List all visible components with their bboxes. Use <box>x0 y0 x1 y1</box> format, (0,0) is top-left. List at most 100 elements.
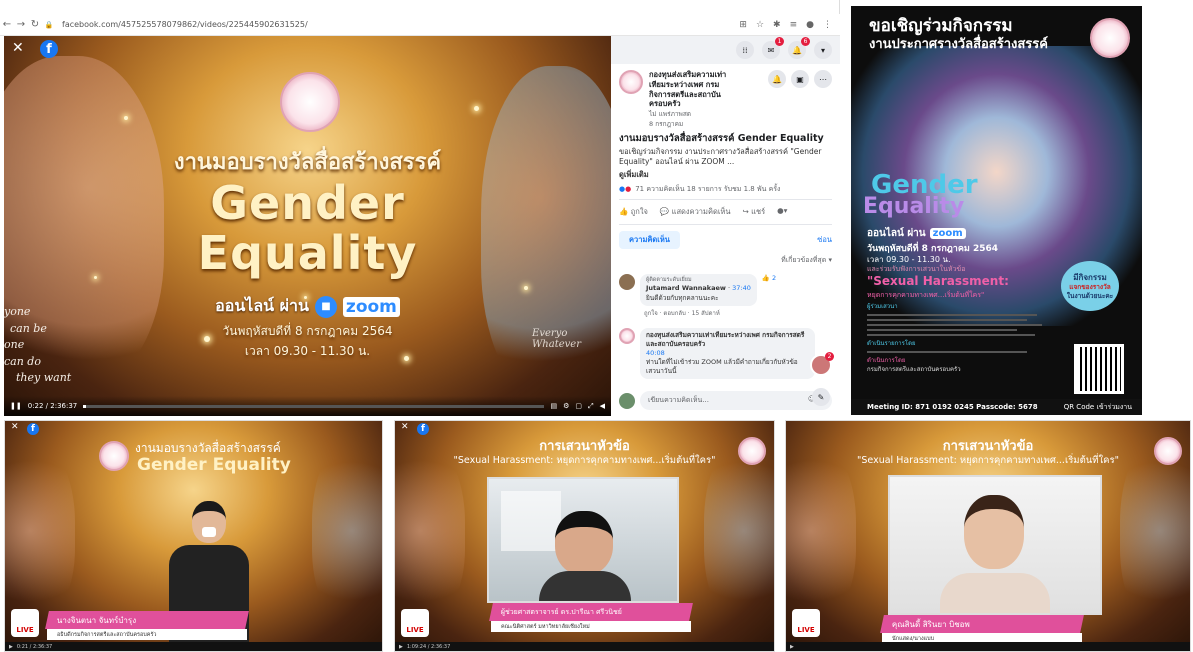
still-controls: ▶ 0:21 / 2:36:37 <box>5 642 382 651</box>
commenter-name[interactable]: กองทุนส่งเสริมความเท่าเทียมระหว่างเพศ กร… <box>646 331 804 348</box>
event-poster: ขอเชิญร่วมกิจกรรม งานประกาศรางวัลสื่อสร้า… <box>851 6 1142 415</box>
name-lower-third: ผู้ช่วยศาสตราจารย์ ดร.ปารีณา ศรีวนิชย์ <box>489 603 693 621</box>
captions-icon[interactable]: ▤ <box>550 402 557 410</box>
notifications-badge: 6 <box>801 37 810 46</box>
comments-tab-row: ความคิดเห็น ซ่อน <box>611 229 840 251</box>
comment-meta[interactable]: ถูกใจ · ตอบกลับ · 15 สัปดาห์ <box>640 306 757 320</box>
my-avatar <box>619 392 635 409</box>
comment-timestamp[interactable]: 40:08 <box>646 349 809 358</box>
post-actions: 👍 ถูกใจ 💬 แสดงความคิดเห็น ↪ แชร์ ●▾ <box>611 204 840 220</box>
messenger-icon[interactable]: ✉ 1 <box>762 37 784 59</box>
still-controls: ▶ <box>786 642 1190 651</box>
progress-fill <box>83 404 86 408</box>
video-controls: ❚❚ 0:22 / 2:36:37 ▤ ⚙ ▢ ⤢ ◀ <box>4 396 611 416</box>
settings-icon[interactable]: ⚙ <box>563 402 569 410</box>
comment-bubble: กองทุนส่งเสริมความเท่าเทียมระหว่างเพศ กร… <box>640 327 815 380</box>
menu-icon[interactable]: ⋮ <box>823 20 832 30</box>
qr-caption: QR Code เข้าร่วมงาน <box>1063 402 1132 411</box>
post-date[interactable]: 8 กรกฎาคม <box>649 119 734 129</box>
save-icon[interactable]: ▣ <box>791 70 809 88</box>
poster-equality: Equality <box>863 194 965 219</box>
meeting-id: Meeting ID: 871 0192 0245 Passcode: 5678 <box>867 403 1038 411</box>
poster-topic-sub: หยุดการคุกคามทางเพศ...เริ่มต้นที่ใคร" <box>867 291 985 299</box>
hide-comments-link[interactable]: ซ่อน <box>817 231 832 249</box>
role-lower-third: คณะนิติศาสตร์ มหาวิทยาลัยเชียงใหม่ <box>491 621 691 632</box>
share-button[interactable]: ↪ แชร์ <box>742 206 765 218</box>
bell-icon[interactable]: 🔔 <box>768 70 786 88</box>
address-bar[interactable]: facebook.com/457525578079862/videos/2254… <box>62 20 308 29</box>
video-still-speaker-3: การเสวนาหัวข้อ "Sexual Harassment: หยุดก… <box>785 420 1191 652</box>
progress-bar[interactable] <box>83 404 545 408</box>
more-options-icon[interactable]: ⋯ <box>814 70 832 88</box>
video-still-speaker-1: งานมอบรางวัลสื่อสร้างสรรค์ Gender Equali… <box>4 420 383 652</box>
engagement-stats[interactable]: ● ● 71 ความคิดเห็น 18 รายการ รับชม 1.8 พั… <box>611 180 840 195</box>
extension-icon[interactable]: ✱ <box>773 20 781 30</box>
see-more-link[interactable]: ดูเพิ่มเติม <box>611 168 840 180</box>
volume-icon[interactable]: ◀ <box>600 402 605 410</box>
video-title-equality: Equality <box>197 226 418 280</box>
translate-icon[interactable]: ⊞ <box>739 20 747 30</box>
live-badge: LIVE <box>11 609 39 637</box>
lock-icon: 🔒 <box>44 20 54 29</box>
pause-icon: ▶ <box>9 643 13 650</box>
still-controls: ▶ 1:09:24 / 2:36:37 <box>395 642 774 651</box>
reading-list-icon[interactable]: ≡ <box>790 20 798 30</box>
browser-window: ← → ↻ 🔒 facebook.com/457525578079862/vid… <box>0 0 840 416</box>
back-icon[interactable]: ← <box>0 19 14 30</box>
video-time: เวลา 09.30 - 11.30 น. <box>244 344 371 358</box>
comment-item: กองทุนส่งเสริมความเท่าเทียมระหว่างเพศ กร… <box>611 324 840 383</box>
page-avatar[interactable] <box>619 70 643 94</box>
forward-icon[interactable]: → <box>14 19 28 30</box>
online-zoom-row: ออนไลน์ ผ่าน ■ zoom <box>4 294 611 319</box>
tab-comments[interactable]: ความคิดเห็น <box>619 230 680 249</box>
seal-logo <box>99 441 129 471</box>
comment-text: ท่านใดที่ไม่เข้าร่วม ZOOM แล้วมีคำถามเกี… <box>646 357 798 375</box>
online-via-label: ออนไลน์ ผ่าน <box>215 296 309 315</box>
still-title: "Sexual Harassment: หยุดการคุกคามทางเพศ.… <box>857 455 1119 466</box>
apps-menu-icon[interactable]: ⁞⁞ <box>736 41 754 59</box>
facebook-logo-icon[interactable]: f <box>40 40 58 58</box>
write-comment-input[interactable]: เขียนความคิดเห็น...☺ ◫ <box>640 391 832 410</box>
speaker-webcam <box>487 477 679 603</box>
page-name[interactable]: กองทุนส่งเสริมความเท่าเทียมระหว่างเพศ กร… <box>649 70 734 109</box>
seal-logo <box>738 437 766 465</box>
still-title: "Sexual Harassment: หยุดการคุกคามทางเพศ.… <box>453 455 716 466</box>
still-title: Gender Equality <box>137 455 291 475</box>
floating-chat-avatar[interactable]: 2 <box>810 352 834 376</box>
poster-seal-logo <box>1090 18 1130 58</box>
post-description: ขอเชิญร่วมกิจกรรม งานประกาศรางวัลสื่อสร้… <box>619 147 822 167</box>
commenter-avatar[interactable] <box>619 327 635 344</box>
sort-comments-dropdown[interactable]: ที่เกี่ยวข้องที่สุด ▾ <box>611 251 840 270</box>
post-title: งานมอบรางวัลสื่อสร้างสรรค์ Gender Equali… <box>619 133 824 144</box>
comment-timestamp[interactable]: 37:40 <box>732 284 751 292</box>
close-icon[interactable]: ✕ <box>401 422 409 432</box>
comment-reactions: 👍 2 <box>761 273 777 282</box>
commenter-name[interactable]: Jutamard Wannakaew <box>646 284 726 292</box>
zoom-camera-icon: ■ <box>314 295 337 318</box>
close-icon[interactable]: ✕ <box>12 40 24 56</box>
notifications-icon[interactable]: 🔔 6 <box>788 37 810 59</box>
commenter-avatar[interactable] <box>619 273 635 290</box>
reload-icon[interactable]: ↻ <box>28 19 42 30</box>
time-display: 0:22 / 2:36:37 <box>27 402 78 410</box>
messenger-badge: 1 <box>775 37 784 46</box>
pause-icon[interactable]: ❚❚ <box>10 402 22 410</box>
comment-button[interactable]: 💬 แสดงความคิดเห็น <box>660 206 731 218</box>
fullscreen-icon[interactable]: ⤢ <box>588 402 594 411</box>
like-button[interactable]: 👍 ถูกใจ <box>619 206 648 218</box>
facebook-logo-icon: f <box>27 423 39 435</box>
profile-avatar[interactable]: ● <box>806 20 814 30</box>
new-message-icon[interactable]: ✎ <box>812 388 830 406</box>
poster-title: ขอเชิญร่วมกิจกรรม งานประกาศรางวัลสื่อสร้า… <box>869 16 1048 53</box>
video-still-speaker-2: การเสวนาหัวข้อ "Sexual Harassment: หยุดก… <box>394 420 775 652</box>
account-menu-icon[interactable]: ▾ <box>814 41 832 59</box>
close-icon[interactable]: ✕ <box>11 422 19 432</box>
video-player[interactable]: yone can be one can do they want Everyo Whate… <box>4 36 611 416</box>
qr-code[interactable] <box>1074 344 1124 394</box>
miniplayer-icon[interactable]: ▢ <box>575 402 582 410</box>
star-icon[interactable]: ☆ <box>756 20 764 30</box>
live-badge: LIVE <box>792 609 820 637</box>
audience-icon[interactable]: ●▾ <box>777 206 787 218</box>
page-header: กองทุนส่งเสริมความเท่าเทียมระหว่างเพศ กร… <box>611 64 840 129</box>
poster-speakers: ผู้ร่วมเสวนา ดำเนินรายการโดย ดำเนินการโด… <box>867 302 1047 374</box>
